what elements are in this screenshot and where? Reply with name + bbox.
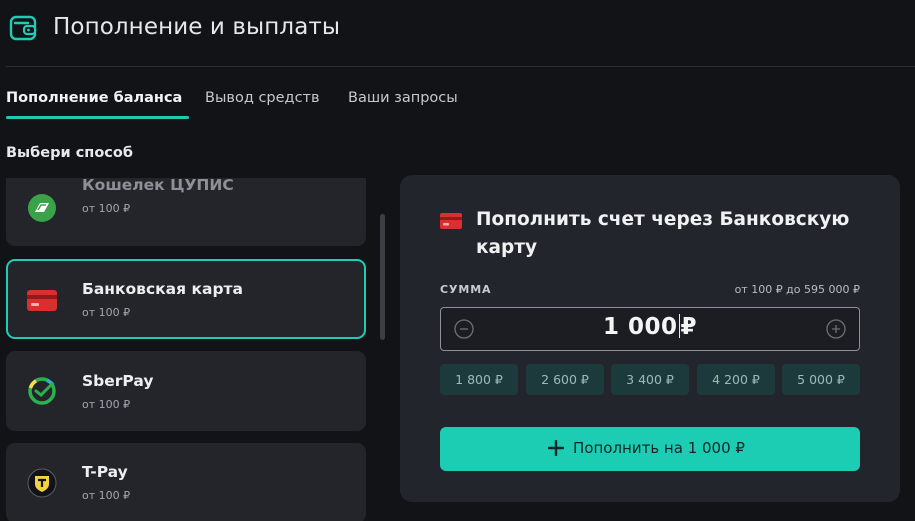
method-min-amount: от 100 ₽ (82, 398, 131, 411)
amount-input[interactable]: 1 000 ₽ (440, 307, 860, 351)
plus-icon (548, 440, 564, 456)
amount-currency: ₽ (680, 314, 698, 340)
methods-heading: Выбери способ (6, 145, 133, 161)
tab-withdraw[interactable]: Вывод средств (205, 90, 320, 106)
wallet-icon (9, 15, 37, 41)
active-tab-indicator (6, 116, 189, 119)
page-header: Пополнение и выплаты (0, 0, 915, 66)
cupis-wallet-icon (28, 194, 56, 222)
method-name: Кошелек ЦУПИС (82, 178, 234, 194)
page-title: Пополнение и выплаты (53, 14, 341, 40)
amount-value: 1 000 ₽ (441, 314, 859, 340)
methods-scrollbar[interactable] (380, 214, 385, 340)
preset-button[interactable]: 3 400 ₽ (611, 364, 689, 395)
method-name: Банковская карта (82, 280, 243, 298)
amount-range: от 100 ₽ до 595 000 ₽ (734, 283, 860, 296)
method-name: T-Pay (82, 463, 128, 481)
bank-card-icon (27, 290, 57, 311)
tab-deposit[interactable]: Пополнение баланса (6, 90, 182, 106)
tpay-icon (27, 468, 57, 498)
preset-button[interactable]: 1 800 ₽ (440, 364, 518, 395)
method-min-amount: от 100 ₽ (82, 202, 131, 215)
preset-button[interactable]: 2 600 ₽ (526, 364, 604, 395)
tab-requests[interactable]: Ваши запросы (348, 90, 458, 106)
deposit-submit-button[interactable]: Пополнить на 1 000 ₽ (440, 427, 860, 471)
sberpay-icon (28, 377, 56, 405)
payment-methods-list[interactable]: Кошелек ЦУПИС от 100 ₽ Банковская карта … (0, 178, 375, 521)
deposit-submit-label: Пополнить на 1 000 ₽ (573, 439, 745, 457)
amount-digits: 1 000 (602, 314, 678, 340)
method-name: SberPay (82, 372, 154, 390)
method-min-amount: от 100 ₽ (82, 306, 131, 319)
preset-button[interactable]: 4 200 ₽ (697, 364, 775, 395)
preset-button[interactable]: 5 000 ₽ (782, 364, 860, 395)
header-divider (6, 66, 915, 67)
method-bank-card[interactable]: Банковская карта от 100 ₽ (6, 259, 366, 339)
method-cupis[interactable]: Кошелек ЦУПИС от 100 ₽ (6, 178, 366, 246)
method-min-amount: от 100 ₽ (82, 489, 131, 502)
method-tpay[interactable]: T-Pay от 100 ₽ (6, 443, 366, 521)
deposit-panel: Пополнить счет через Банковскую карту СУ… (400, 175, 900, 502)
text-caret (678, 314, 680, 338)
bank-card-icon (440, 213, 462, 229)
plus-icon[interactable] (826, 319, 846, 339)
preset-amounts: 1 800 ₽ 2 600 ₽ 3 400 ₽ 4 200 ₽ 5 000 ₽ (440, 364, 860, 395)
amount-label: СУММА (440, 283, 492, 296)
method-sberpay[interactable]: SberPay от 100 ₽ (6, 351, 366, 431)
panel-title: Пополнить счет через Банковскую карту (476, 209, 850, 258)
